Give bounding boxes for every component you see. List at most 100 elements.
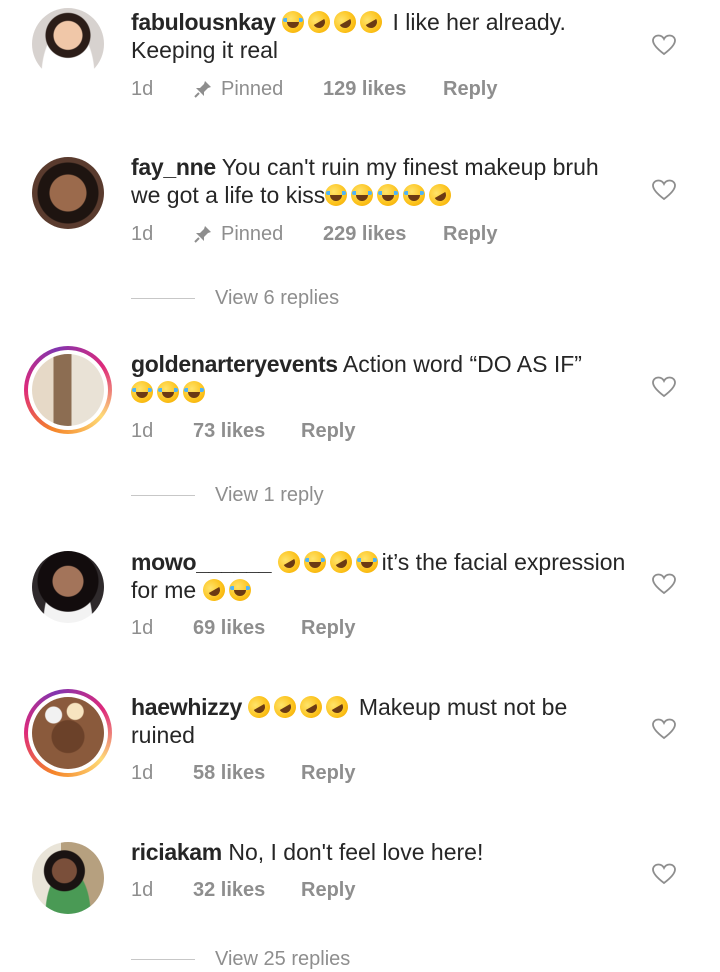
- emoji-group: [282, 6, 392, 38]
- rolling-on-floor-laughing-icon: [322, 691, 353, 723]
- like-count[interactable]: 229 likes: [323, 223, 443, 246]
- pin-icon: [194, 81, 211, 98]
- reply-button[interactable]: Reply: [443, 78, 497, 101]
- pin-icon: [194, 226, 211, 243]
- avatar[interactable]: [32, 157, 104, 229]
- comment-username[interactable]: riciakam: [131, 839, 222, 865]
- comment-meta: 1d Pinned 129 likes Reply: [131, 76, 497, 102]
- comment-text: fay_nne You can't ruin my finest makeup …: [131, 153, 631, 211]
- comment-username[interactable]: mowo______: [131, 549, 272, 575]
- comment-meta: 1d 73 likes Reply: [131, 418, 355, 444]
- face-with-tears-of-joy-icon: [403, 184, 426, 206]
- heart-icon[interactable]: [652, 376, 676, 398]
- avatar[interactable]: [32, 8, 104, 80]
- pinned-label: Pinned: [221, 77, 284, 100]
- comment-meta: 1d 32 likes Reply: [131, 877, 355, 903]
- face-with-tears-of-joy-icon: [351, 184, 374, 206]
- heart-icon[interactable]: [652, 179, 676, 201]
- face-with-tears-of-joy-icon: [325, 184, 348, 206]
- face-with-tears-of-joy-icon: [131, 381, 153, 403]
- comment-time: 1d: [131, 77, 154, 100]
- avatar[interactable]: [32, 551, 104, 623]
- reply-button[interactable]: Reply: [301, 420, 355, 443]
- story-ring: [28, 350, 108, 430]
- comment-time: 1d: [131, 616, 154, 639]
- face-with-tears-of-joy-icon: [183, 381, 205, 403]
- view-replies-button[interactable]: View 1 reply: [131, 482, 324, 508]
- emoji-group: [198, 574, 255, 606]
- divider: [131, 958, 195, 960]
- heart-icon[interactable]: [652, 34, 676, 56]
- avatar-image: [32, 157, 104, 229]
- face-with-tears-of-joy-icon: [157, 381, 179, 403]
- avatar-image: [32, 354, 104, 426]
- avatar-image: [32, 551, 104, 623]
- comment-username[interactable]: fabulousnkay: [131, 9, 276, 35]
- rolling-on-floor-laughing-icon: [198, 574, 229, 606]
- like-count[interactable]: 129 likes: [323, 78, 443, 101]
- comment-meta: 1d 69 likes Reply: [131, 615, 355, 641]
- comment-text: goldenarteryevents Action word “DO AS IF…: [131, 350, 631, 406]
- avatar[interactable]: [32, 842, 104, 914]
- like-count[interactable]: 32 likes: [193, 879, 301, 902]
- comment-meta: 1d 58 likes Reply: [131, 760, 355, 786]
- view-replies-button[interactable]: View 25 replies: [131, 946, 350, 972]
- comment-text: mowo______ it’s the facial expression fo…: [131, 546, 631, 606]
- emoji-group: [244, 691, 353, 723]
- reply-button[interactable]: Reply: [443, 223, 497, 246]
- emoji-group: [131, 379, 209, 405]
- divider: [131, 494, 195, 496]
- face-with-tears-of-joy-icon: [282, 11, 305, 33]
- comment-time: 1d: [131, 222, 154, 245]
- pinned-indicator: Pinned: [193, 78, 323, 101]
- comment-body: No, I don't feel love here!: [221, 839, 484, 865]
- reply-button[interactable]: Reply: [301, 617, 355, 640]
- comment-meta: 1d Pinned 229 likes Reply: [131, 221, 497, 247]
- like-count[interactable]: 73 likes: [193, 420, 301, 443]
- avatar-image: [32, 8, 104, 80]
- avatar[interactable]: [24, 346, 112, 434]
- rolling-on-floor-laughing-icon: [273, 546, 304, 578]
- heart-icon[interactable]: [652, 573, 676, 595]
- view-replies-label: View 6 replies: [215, 286, 340, 309]
- comment-text: haewhizzy Makeup must not be ruined: [131, 691, 631, 749]
- heart-icon[interactable]: [652, 863, 676, 885]
- like-count[interactable]: 69 likes: [193, 617, 301, 640]
- divider: [131, 297, 195, 299]
- comment-time: 1d: [131, 878, 154, 901]
- rolling-on-floor-laughing-icon: [304, 6, 335, 38]
- pinned-label: Pinned: [221, 222, 284, 245]
- emoji-group: [325, 179, 456, 211]
- story-ring: [28, 693, 108, 773]
- rolling-on-floor-laughing-icon: [244, 691, 275, 723]
- heart-icon[interactable]: [652, 718, 676, 740]
- face-with-tears-of-joy-icon: [355, 551, 378, 573]
- like-count[interactable]: 58 likes: [193, 762, 301, 785]
- comment-time: 1d: [131, 419, 154, 442]
- emoji-group: [273, 546, 382, 578]
- comment-text: fabulousnkay I like her already. Keeping…: [131, 6, 631, 64]
- rolling-on-floor-laughing-icon: [325, 546, 356, 578]
- comment-text: riciakam No, I don't feel love here!: [131, 838, 631, 866]
- view-replies-label: View 1 reply: [215, 483, 324, 506]
- comment-username[interactable]: goldenarteryevents: [131, 351, 338, 377]
- comment-username[interactable]: fay_nne: [131, 154, 216, 180]
- face-with-tears-of-joy-icon: [303, 551, 326, 573]
- avatar-image: [32, 842, 104, 914]
- reply-button[interactable]: Reply: [301, 762, 355, 785]
- avatar-image: [32, 697, 104, 769]
- comment-time: 1d: [131, 761, 154, 784]
- pinned-indicator: Pinned: [193, 223, 323, 246]
- avatar[interactable]: [24, 689, 112, 777]
- comment-username[interactable]: haewhizzy: [131, 694, 242, 720]
- face-with-tears-of-joy-icon: [228, 579, 251, 601]
- view-replies-label: View 25 replies: [215, 947, 351, 970]
- view-replies-button[interactable]: View 6 replies: [131, 285, 339, 311]
- comment-body: Action word “DO AS IF”: [337, 351, 582, 377]
- rolling-on-floor-laughing-icon: [356, 6, 387, 38]
- face-with-tears-of-joy-icon: [377, 184, 400, 206]
- rolling-on-floor-laughing-icon: [425, 179, 456, 211]
- rolling-on-floor-laughing-icon: [330, 6, 361, 38]
- reply-button[interactable]: Reply: [301, 879, 355, 902]
- rolling-on-floor-laughing-icon: [270, 691, 301, 723]
